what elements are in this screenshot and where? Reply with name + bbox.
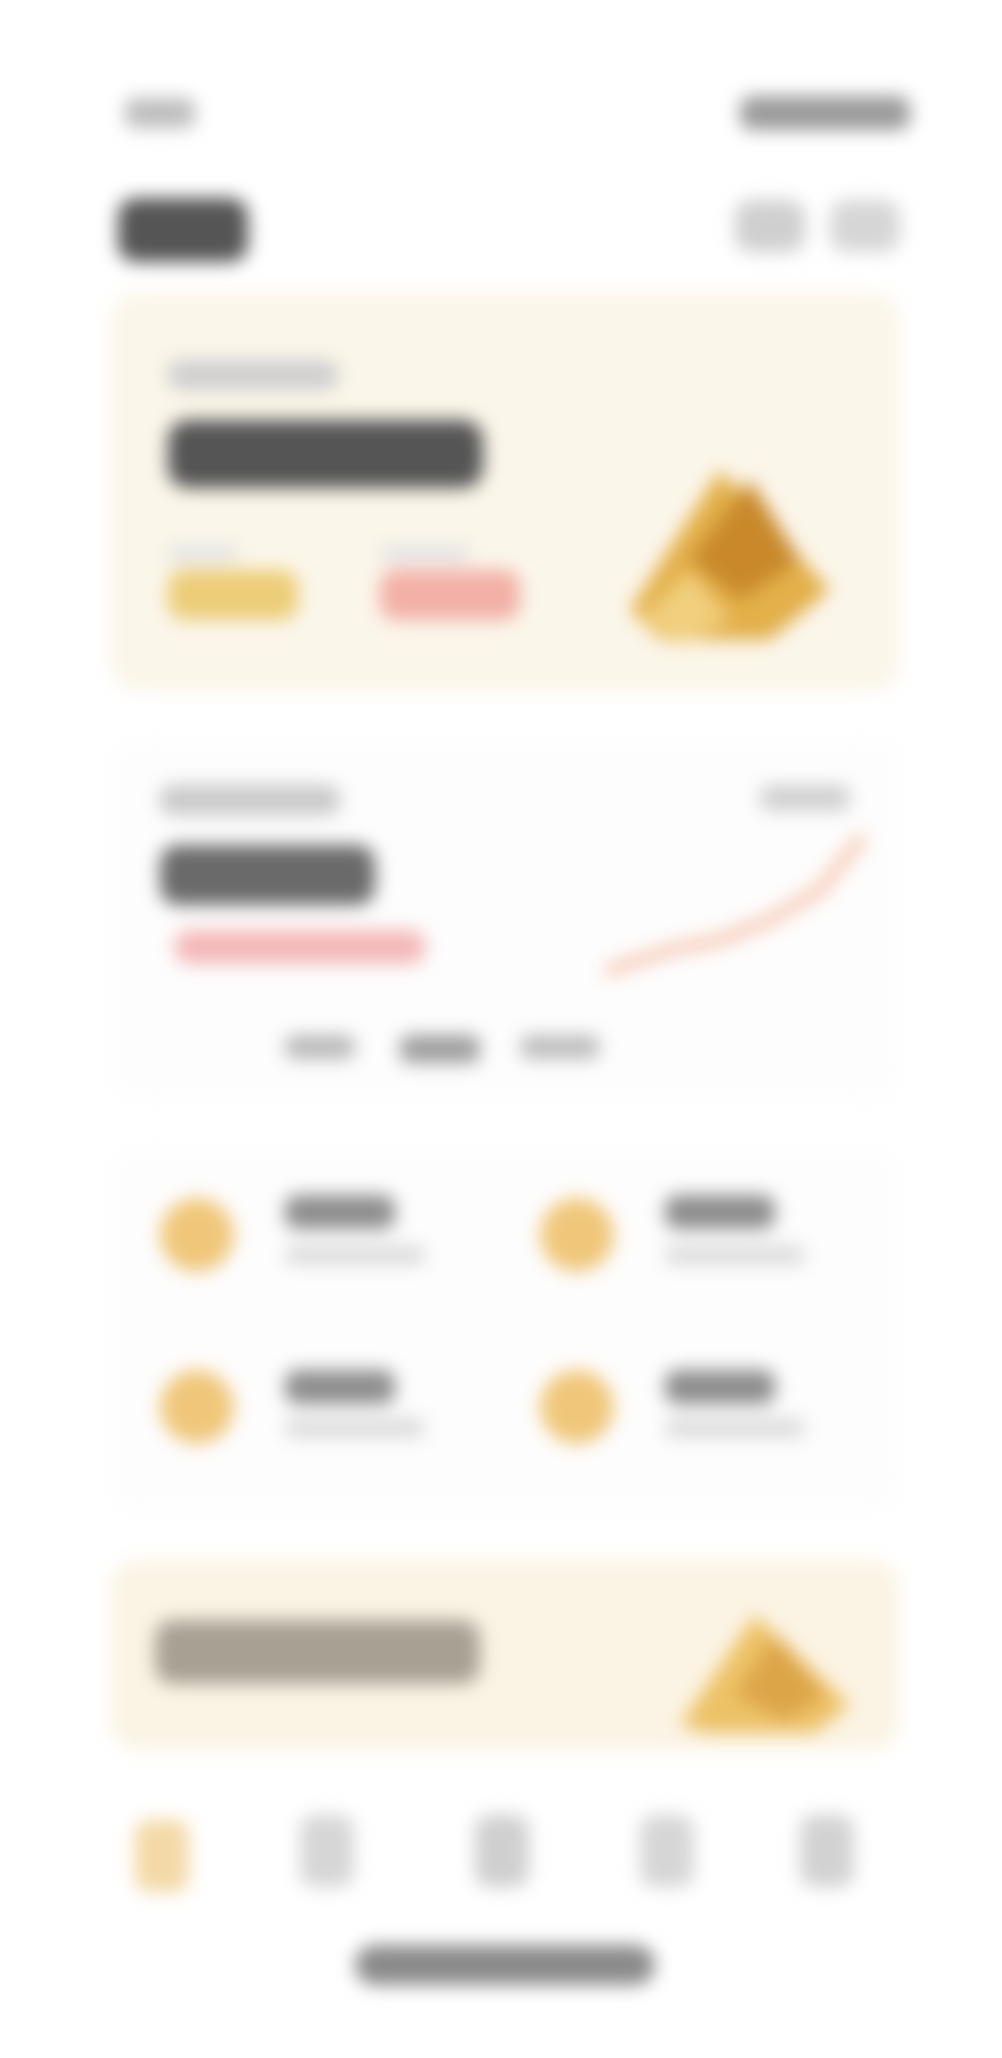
- gold-bars-image: [630, 470, 830, 645]
- home-indicator: [355, 1945, 655, 1985]
- action-title-2[interactable]: [665, 1195, 775, 1229]
- portfolio-label: [160, 785, 340, 815]
- app-logo: [118, 198, 248, 262]
- action-title-3[interactable]: [285, 1370, 395, 1404]
- action-icon-4[interactable]: [540, 1370, 614, 1444]
- range-tab-3[interactable]: [520, 1035, 600, 1059]
- action-subtitle-1: [285, 1245, 425, 1265]
- action-title-4[interactable]: [665, 1370, 775, 1404]
- trade-icon[interactable]: [475, 1815, 529, 1887]
- action-title-1[interactable]: [285, 1195, 395, 1229]
- action-subtitle-2: [665, 1245, 805, 1265]
- action-icon-1[interactable]: [160, 1198, 234, 1272]
- portfolio-value: [160, 845, 375, 905]
- sparkline-chart: [604, 834, 866, 976]
- home-icon[interactable]: [135, 1820, 189, 1892]
- action-subtitle-3: [285, 1418, 425, 1438]
- profile-icon[interactable]: [830, 200, 900, 252]
- action-icon-2[interactable]: [540, 1198, 614, 1272]
- market-icon[interactable]: [300, 1815, 354, 1887]
- action-subtitle-4: [665, 1418, 805, 1438]
- portfolio-change: [175, 930, 425, 964]
- stat-label-2: [380, 545, 470, 563]
- action-icon-3[interactable]: [160, 1370, 234, 1444]
- balance-label: [168, 360, 338, 390]
- balance-value: [168, 420, 483, 488]
- stat-value-gain: [168, 570, 298, 620]
- status-icons: [740, 96, 910, 130]
- stat-value-change: [380, 570, 520, 620]
- gold-coins-image: [680, 1615, 850, 1733]
- stat-label-1: [168, 545, 238, 563]
- range-tab-2[interactable]: [400, 1035, 480, 1063]
- status-time: [125, 98, 195, 128]
- quick-actions-card: [110, 1150, 900, 1510]
- wallet-icon[interactable]: [640, 1815, 694, 1887]
- bell-icon[interactable]: [735, 200, 805, 252]
- range-tab-1[interactable]: [285, 1035, 355, 1059]
- profile-nav-icon[interactable]: [800, 1815, 854, 1887]
- promo-text: [155, 1620, 480, 1684]
